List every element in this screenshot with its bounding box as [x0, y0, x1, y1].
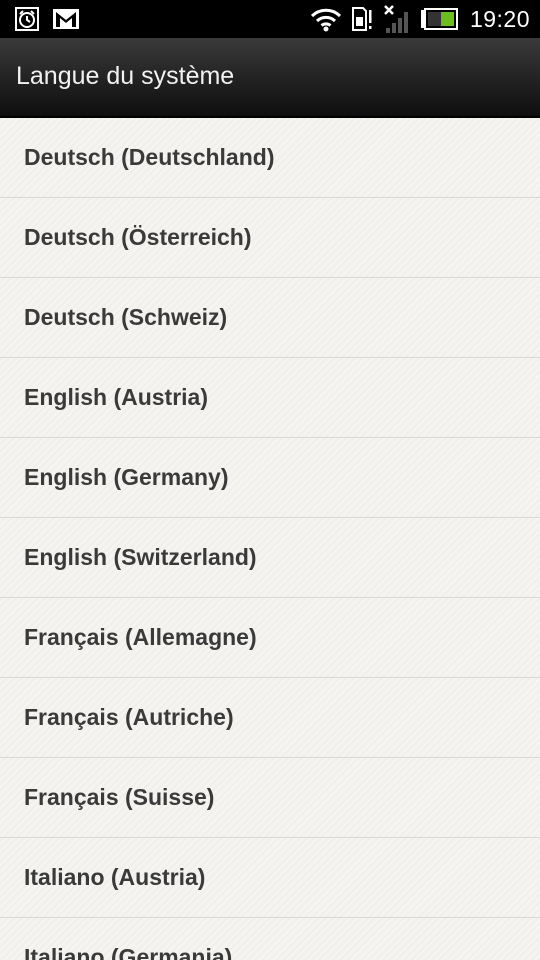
- list-item-label: English (Switzerland): [24, 544, 257, 570]
- title-bar: Langue du système: [0, 38, 540, 118]
- list-item[interactable]: Français (Allemagne): [0, 598, 540, 678]
- wifi-icon: [310, 6, 342, 32]
- list-item-label: Français (Allemagne): [24, 624, 257, 650]
- list-item-label: English (Austria): [24, 384, 209, 410]
- list-item-label: Français (Suisse): [24, 784, 215, 810]
- list-item[interactable]: English (Austria): [0, 358, 540, 438]
- list-item-label: English (Germany): [24, 464, 229, 490]
- battery-icon: [420, 8, 458, 30]
- list-item[interactable]: Français (Autriche): [0, 678, 540, 758]
- signal-icon: [382, 4, 412, 34]
- list-item-label: Deutsch (Schweiz): [24, 304, 228, 330]
- list-item[interactable]: English (Germany): [0, 438, 540, 518]
- list-item[interactable]: Deutsch (Österreich): [0, 198, 540, 278]
- status-bar: 19:20: [0, 0, 540, 38]
- list-item[interactable]: Deutsch (Deutschland): [0, 118, 540, 198]
- list-item[interactable]: Deutsch (Schweiz): [0, 278, 540, 358]
- list-item-label: Italiano (Austria): [24, 864, 206, 890]
- list-item-label: Italiano (Germania): [24, 944, 233, 960]
- language-list[interactable]: Deutsch (Deutschland) Deutsch (Österreic…: [0, 118, 540, 960]
- list-item-label: Deutsch (Österreich): [24, 224, 252, 250]
- page-title: Langue du système: [16, 62, 235, 90]
- gmail-icon: [52, 8, 80, 30]
- status-clock: 19:20: [469, 5, 530, 32]
- alarm-icon: [14, 6, 40, 32]
- system-icons: 19:20: [310, 4, 530, 34]
- notification-icons: [14, 6, 80, 32]
- list-item[interactable]: English (Switzerland): [0, 518, 540, 598]
- list-item-label: Deutsch (Deutschland): [24, 144, 275, 170]
- sd-card-icon: [350, 6, 374, 32]
- list-item[interactable]: Français (Suisse): [0, 758, 540, 838]
- list-item[interactable]: Italiano (Austria): [0, 838, 540, 918]
- list-item-label: Français (Autriche): [24, 704, 234, 730]
- list-item[interactable]: Italiano (Germania): [0, 918, 540, 960]
